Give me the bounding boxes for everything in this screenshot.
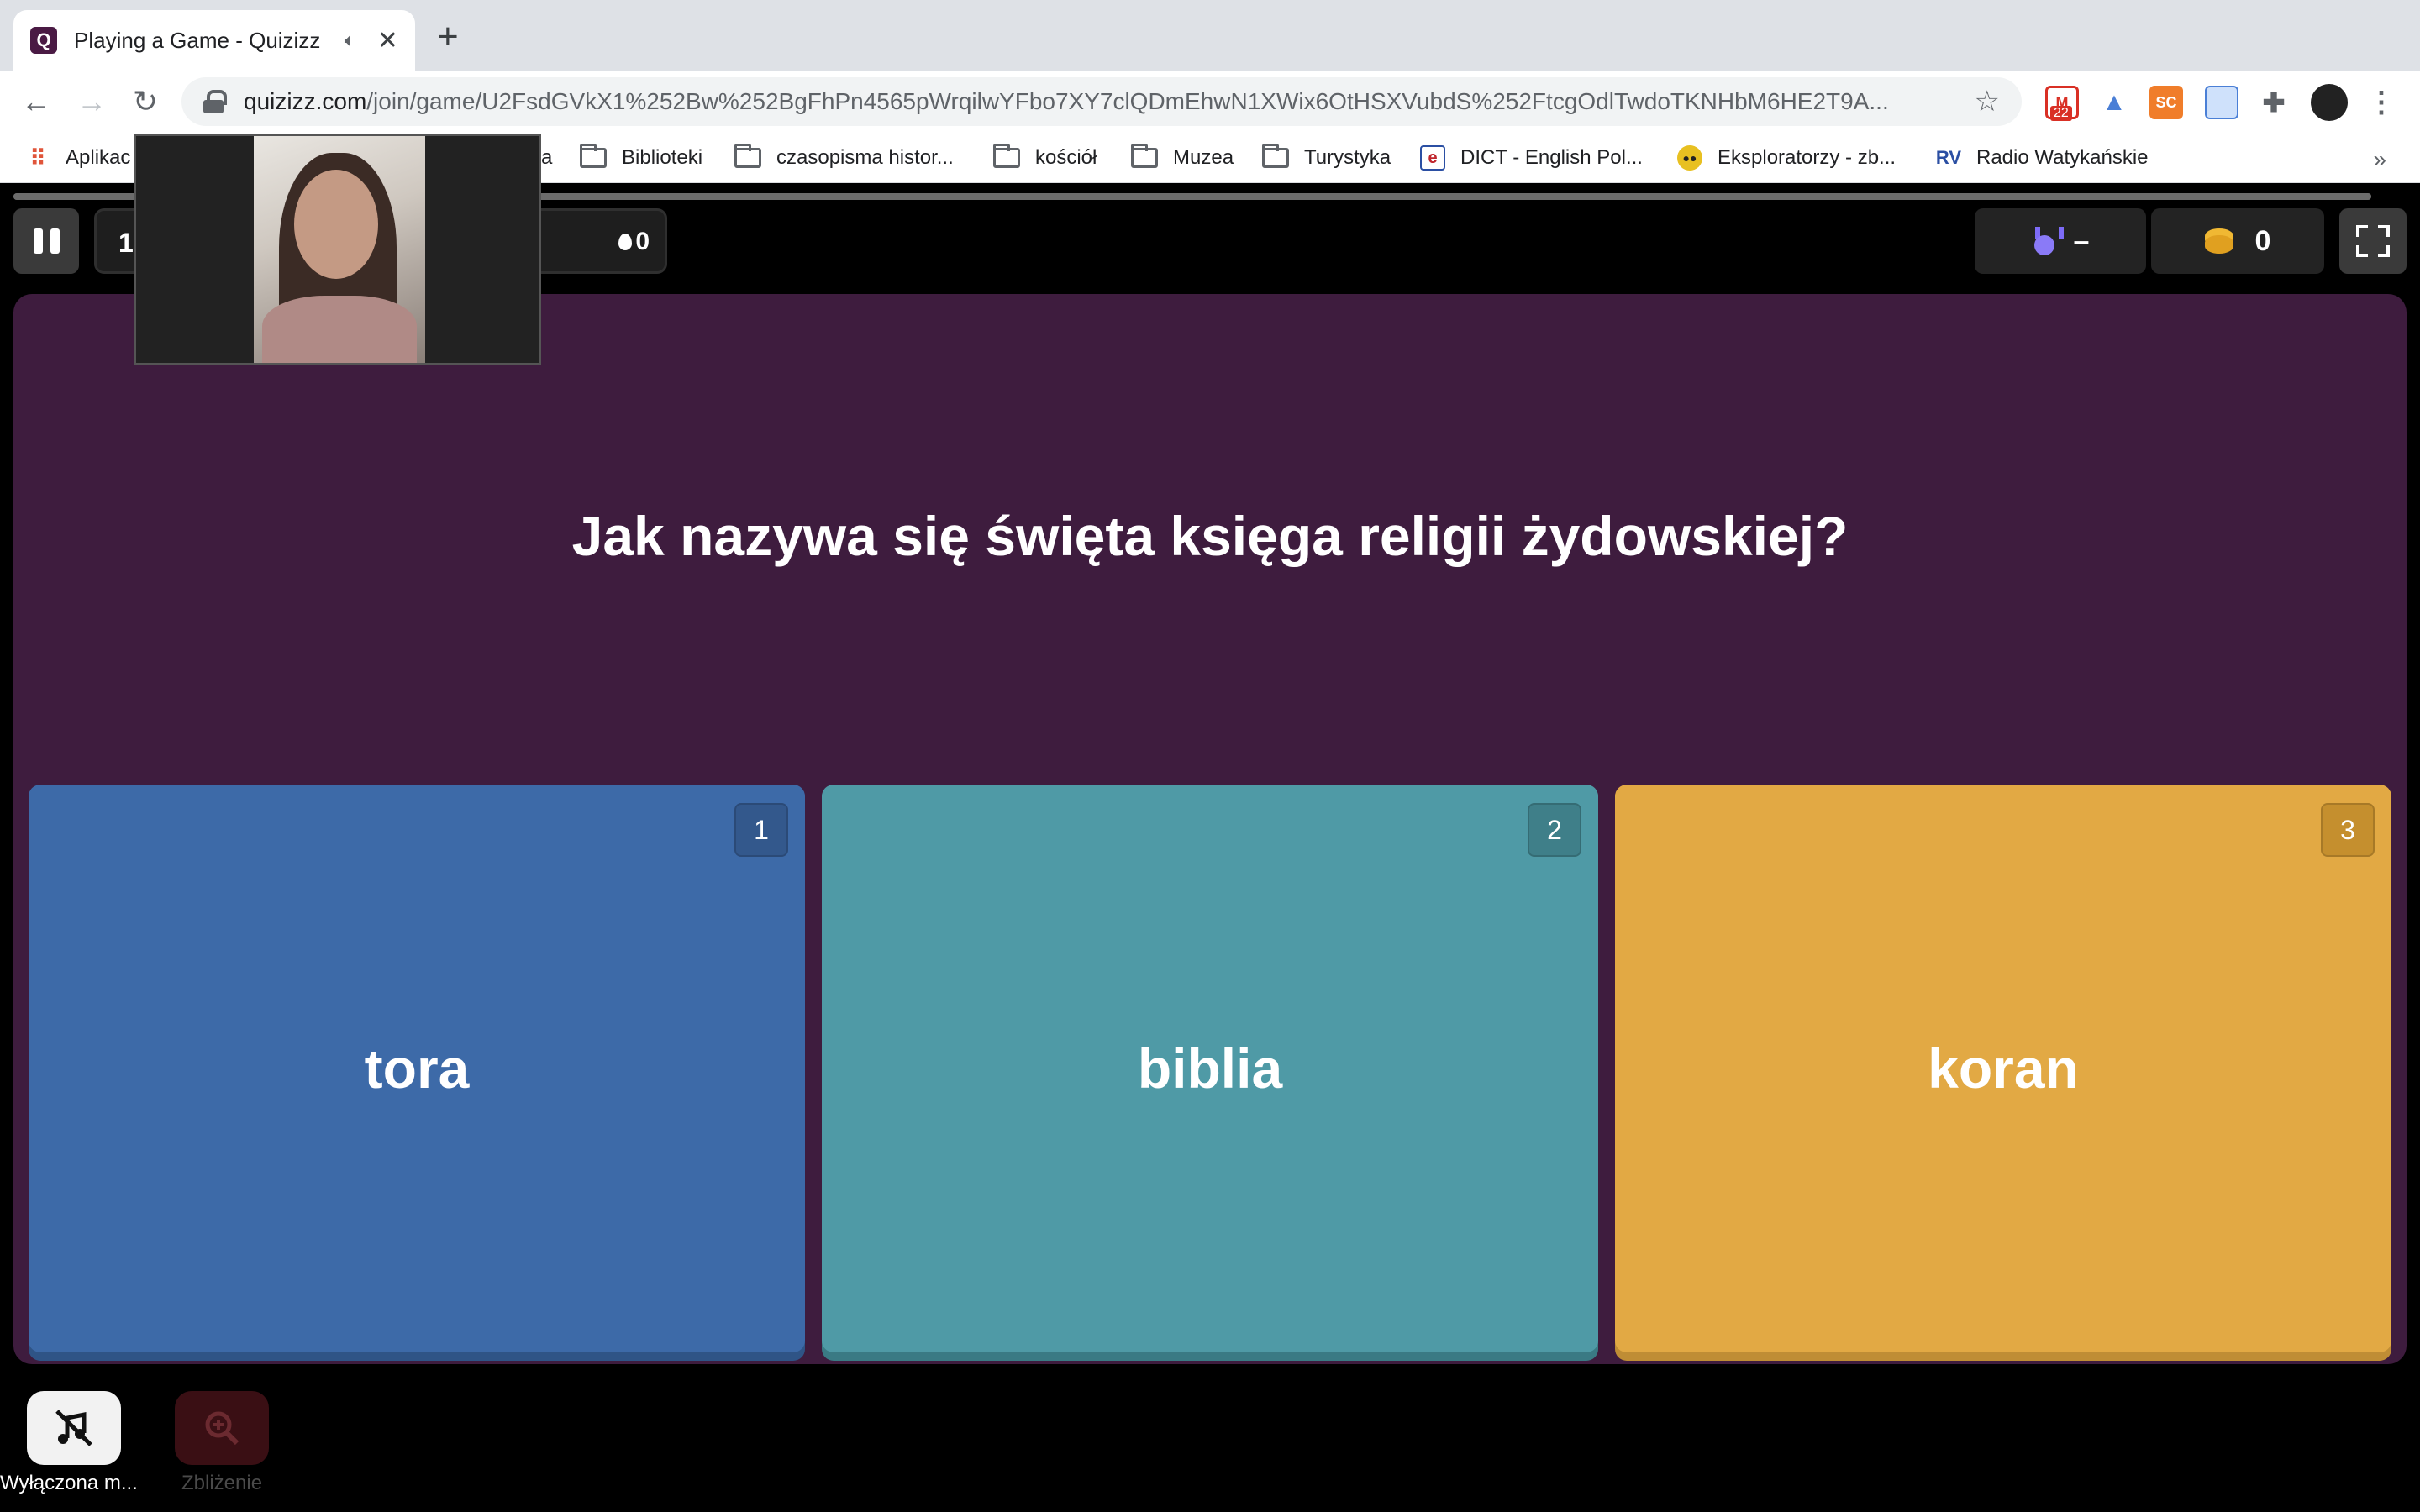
answer-text: tora	[364, 1037, 470, 1100]
fullscreen-icon-corner	[2356, 245, 2368, 257]
webcam-preview[interactable]	[134, 134, 541, 365]
lock-icon[interactable]	[203, 90, 227, 113]
bookmark-radio[interactable]: RV Radio Watykańskie	[1936, 143, 2149, 173]
gmail-badge: 22	[2050, 106, 2072, 121]
bookmark-eksploratorzy[interactable]: ●● Eksploratorzy - zb...	[1677, 143, 1896, 173]
folder-icon	[1131, 144, 1158, 168]
coins-stat: 0	[2151, 208, 2324, 274]
folder-icon	[1262, 144, 1289, 168]
bookmark-label: a	[541, 146, 553, 169]
bookmark-label: Aplikac	[66, 146, 131, 169]
bookmark-label: Muzea	[1173, 146, 1234, 169]
pause-button[interactable]	[13, 208, 79, 274]
zoom-button[interactable]	[175, 1391, 269, 1465]
question-panel: Jak nazywa się święta księga religii żyd…	[13, 294, 2407, 1364]
webcam-person-head	[294, 170, 378, 279]
url-host: quizizz.com	[244, 88, 367, 114]
tab-title: Playing a Game - Quizizz	[74, 27, 321, 53]
puzzle-extensions-icon[interactable]: ✚	[2257, 86, 2291, 119]
folder-icon	[993, 144, 1020, 168]
answer-number-badge: 1	[734, 803, 788, 857]
game-area: 1/ 0 – 0 Jak nazywa się święta księga re…	[0, 183, 2420, 1512]
pause-icon	[33, 228, 43, 254]
bookmark-a[interactable]: a	[541, 143, 552, 173]
bookmark-label: Eksploratorzy - zb...	[1718, 146, 1897, 169]
pause-icon-bar	[50, 228, 60, 254]
radio-icon: RV	[1935, 147, 1962, 168]
fullscreen-icon-corner	[2378, 245, 2390, 257]
address-bar[interactable]: quizizz.com/join/game/U2FsdGVkX1%252Bw%2…	[182, 77, 2022, 126]
bookmark-label: czasopisma histor...	[776, 146, 954, 169]
streak-indicator: 0	[618, 228, 650, 256]
zoom-label: Zbliżenie	[182, 1472, 263, 1494]
back-arrow-icon[interactable]: ←	[15, 81, 57, 123]
quizizz-favicon-icon: Q	[30, 27, 57, 54]
browser-tab-bar: Q Playing a Game - Quizizz 🔈︎ ✕ +	[0, 0, 2420, 71]
webcam-person-body	[262, 296, 417, 363]
fullscreen-icon-corner	[2378, 225, 2390, 237]
fullscreen-button[interactable]	[2339, 208, 2407, 274]
tab-close-icon[interactable]: ✕	[377, 26, 398, 55]
fullscreen-icon	[2356, 225, 2368, 237]
answer-option-2[interactable]: 2 biblia	[822, 785, 1598, 1352]
reload-icon[interactable]: ↻	[124, 81, 166, 123]
flame-icon	[618, 234, 633, 250]
new-tab-icon[interactable]: +	[437, 18, 459, 55]
bookmark-label: DICT - English Pol...	[1460, 146, 1643, 169]
graduation-cap-icon[interactable]: ▲	[2097, 86, 2131, 119]
bookmark-kosciol[interactable]: kościół	[993, 143, 1097, 173]
medal-icon	[2032, 227, 2064, 255]
answer-text: koran	[1928, 1037, 2079, 1100]
url-path: /join/game/U2FsdGVkX1%252Bw%252BgFhPn456…	[366, 88, 1889, 114]
coins-value: 0	[2254, 224, 2271, 257]
bookmark-biblioteki[interactable]: Biblioteki	[580, 143, 702, 173]
answer-number-badge: 3	[2321, 803, 2375, 857]
profile-avatar-icon[interactable]	[2311, 84, 2348, 121]
coins-icon	[2204, 228, 2233, 254]
rank-value: –	[2073, 224, 2090, 257]
dict-icon: e	[1420, 145, 1445, 171]
question-text: Jak nazywa się święta księga religii żyd…	[571, 505, 1849, 567]
answer-number-badge: 2	[1528, 803, 1581, 857]
answer-text: biblia	[1137, 1037, 1283, 1100]
zoom-in-icon	[205, 1411, 239, 1446]
bookmark-czasopisma[interactable]: czasopisma histor...	[734, 143, 954, 173]
browser-tab[interactable]: Q Playing a Game - Quizizz 🔈︎ ✕	[13, 10, 415, 71]
bookmark-label: Biblioteki	[622, 146, 703, 169]
streak-value: 0	[635, 228, 650, 255]
music-toggle-label: Wyłączona m...	[0, 1472, 138, 1494]
webcam-video	[254, 136, 425, 363]
sc-extension-icon[interactable]: SC	[2149, 86, 2183, 119]
goggles-icon: ●●	[1677, 145, 1702, 171]
rank-stat: –	[1975, 208, 2146, 274]
url-text[interactable]: quizizz.com/join/game/U2FsdGVkX1%252Bw%2…	[244, 88, 1958, 115]
bookmark-turystyka[interactable]: Turystyka	[1262, 143, 1391, 173]
music-toggle-button[interactable]	[27, 1391, 121, 1465]
apps-grid-icon: ⠿	[29, 144, 46, 171]
bookmark-muzea[interactable]: Muzea	[1131, 143, 1234, 173]
menu-kebab-icon[interactable]: ⋮	[2365, 86, 2398, 119]
answer-option-3[interactable]: 3 koran	[1615, 785, 2391, 1352]
bookmark-label: Radio Watykańskie	[1976, 146, 2149, 169]
folder-icon	[580, 144, 607, 168]
browser-toolbar: ← → ↻ quizizz.com/join/game/U2FsdGVkX1%2…	[0, 71, 2420, 133]
folder-icon	[734, 144, 761, 168]
bookmark-apps[interactable]: ⠿ Aplikac	[25, 143, 130, 173]
bookmark-dict[interactable]: e DICT - English Pol...	[1420, 143, 1643, 173]
bookmarks-overflow-icon[interactable]: »	[2373, 146, 2386, 173]
forward-arrow-icon[interactable]: →	[71, 81, 113, 123]
speaker-icon[interactable]: 🔈︎	[345, 29, 355, 51]
bookmark-star-icon[interactable]: ☆	[1975, 85, 2000, 118]
answer-option-1[interactable]: 1 tora	[29, 785, 805, 1352]
bookmark-label: kościół	[1035, 146, 1097, 169]
docs-extension-icon[interactable]	[2205, 86, 2238, 119]
music-off-icon	[55, 1410, 92, 1446]
bookmark-label: Turystyka	[1304, 146, 1392, 169]
